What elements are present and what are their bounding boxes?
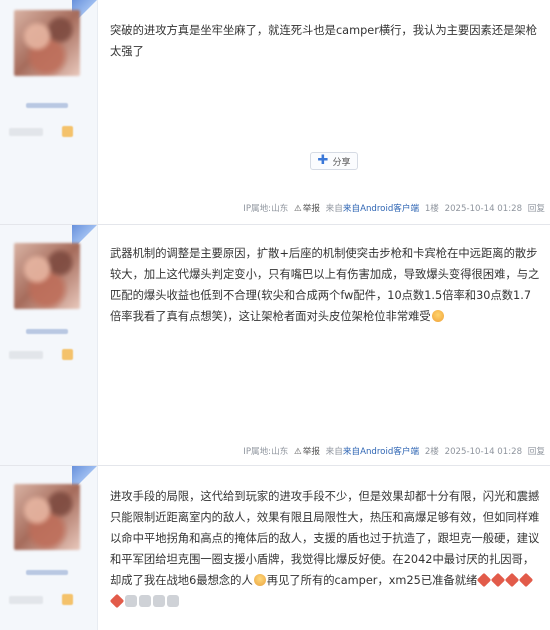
author-sidebar [0,466,98,630]
report-link[interactable]: 举报 [303,204,320,214]
post-3: 进攻手段的局限，这代给到玩家的进攻手段不少，但是效果却都十分有限，闪光和震撼只能… [0,466,550,630]
emoji-icon [139,595,151,607]
emoji-icon [477,572,492,588]
post-content: 突破的进攻方真是坐牢坐麻了，就连死斗也是camper横行，我认为主要因素还是架枪… [110,24,538,58]
username-blurred[interactable] [26,103,68,108]
ip-location: IP属地:山东 [243,204,289,214]
plus-icon: ✚ [317,153,329,168]
post-content: 武器机制的调整是主要原因，扩散+后座的机制使突击步枪和卡宾枪在中远距离的散步较大… [110,243,542,327]
user-level-label [9,351,43,359]
post-time: 2025-10-14 01:28 [444,204,523,214]
post-content: 进攻手段的局限，这代给到玩家的进攻手段不少，但是效果却都十分有限，闪光和震撼只能… [109,486,542,612]
post-1: 突破的进攻方真是坐牢坐麻了，就连死斗也是camper横行，我认为主要因素还是架枪… [0,0,550,225]
client-link[interactable]: 来自Android客户端 [343,204,419,214]
emoji-icon [519,572,534,588]
post-tail: IP属地:山东 ⚠举报 来自来自Android客户端 1楼 2025-10-14… [240,202,545,214]
emoji-icon [125,595,137,607]
share-label: 分享 [332,157,351,168]
report-link[interactable]: 举报 [303,447,320,457]
username-blurred[interactable] [26,570,68,575]
report-icon[interactable]: ⚠ [294,447,302,457]
level-badge-icon [62,594,73,605]
share-button[interactable]: ✚ 分享 [310,152,358,170]
emoji-icon [109,593,125,609]
emoji-icon [167,595,179,607]
user-level-label [9,128,43,136]
emoji-icon [153,595,165,607]
floor-number: 1楼 [424,204,439,214]
author-corner-badge [72,225,97,245]
post-time: 2025-10-14 01:28 [444,447,523,457]
post-text: 武器机制的调整是主要原因，扩散+后座的机制使突击步枪和卡宾枪在中远距离的散步较大… [110,247,540,323]
level-badge-icon [62,126,73,137]
avatar[interactable] [14,10,80,76]
avatar[interactable] [14,484,80,550]
post-text: 进攻手段的局限，这代给到玩家的进攻手段不少，但是效果却都十分有限，闪光和震撼只能… [110,490,540,587]
username-blurred[interactable] [26,329,68,334]
emoji-icon [505,572,520,588]
author-corner-badge [72,466,97,486]
floor-number: 2楼 [424,447,439,457]
emoji-icon [491,572,506,588]
author-sidebar [0,0,98,224]
level-badge-icon [62,349,73,360]
post-text-continued: 再见了所有的camper，xm25已准备就绪 [266,574,478,587]
reply-link[interactable]: 回复 [528,447,545,457]
reply-link[interactable]: 回复 [528,204,545,214]
report-icon[interactable]: ⚠ [294,204,302,214]
emoji-icon [431,310,444,322]
ip-location: IP属地:山东 [243,447,289,457]
client-source: 来自来自Android客户端 [325,447,420,457]
post-tail: IP属地:山东 ⚠举报 来自来自Android客户端 2楼 2025-10-14… [240,445,545,457]
avatar[interactable] [14,243,80,309]
crying-emoji-icon [253,574,266,586]
client-source: 来自来自Android客户端 [325,204,420,214]
post-2: 武器机制的调整是主要原因，扩散+后座的机制使突击步枪和卡宾枪在中远距离的散步较大… [0,225,550,466]
user-level-label [9,596,43,604]
client-link[interactable]: 来自Android客户端 [343,447,419,457]
author-sidebar [0,225,98,465]
